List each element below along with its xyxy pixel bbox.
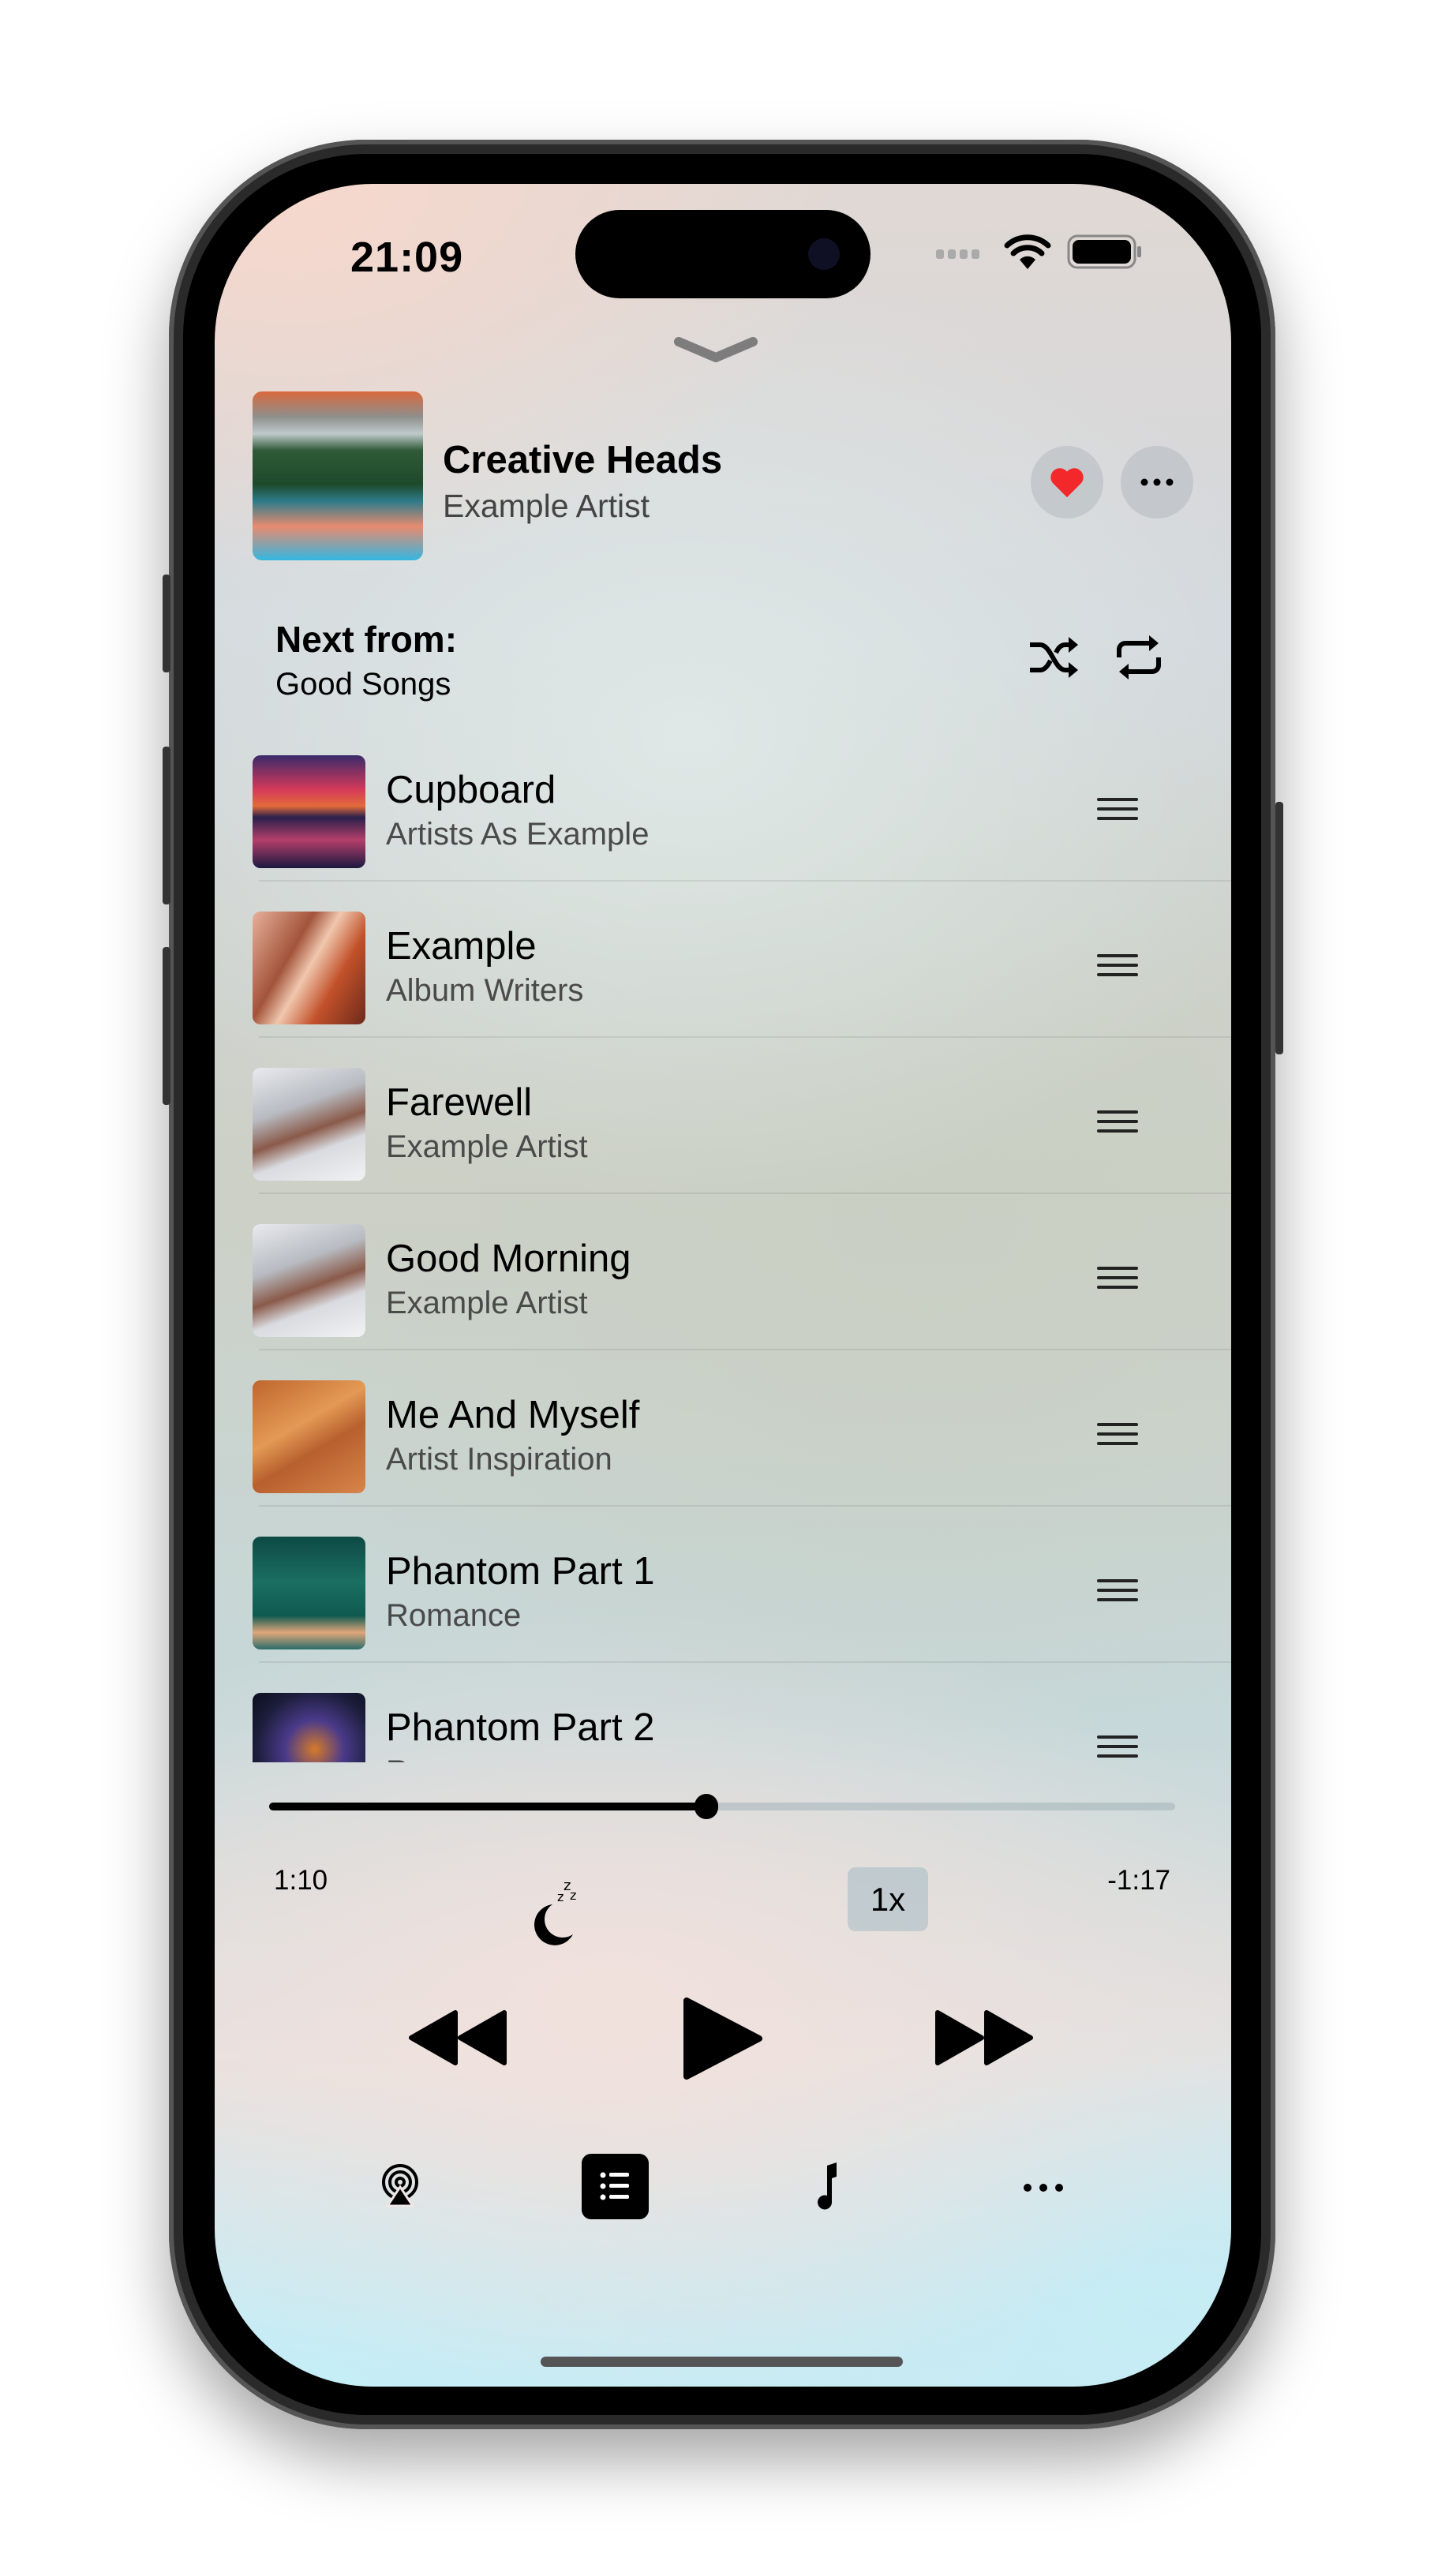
more-icon[interactable] [1023,2183,1064,2192]
queue-item-artwork [253,912,365,1024]
queue-item-artwork [253,1224,365,1337]
queue-item[interactable]: Example Album Writers [253,902,1231,1058]
queue-item-artist: Romance [386,1598,522,1633]
queue-item-artist: Example Artist [386,1286,588,1320]
play-button[interactable] [680,1996,766,2081]
queue-list: Cupboard Artists As Example Example Albu… [215,736,1231,1762]
queue-item[interactable]: Good Morning Example Artist [253,1215,1231,1371]
side-button [1275,802,1283,1054]
now-playing-title: Creative Heads [443,439,723,481]
reorder-handle-icon[interactable] [1097,1110,1138,1139]
reorder-handle-icon[interactable] [1097,1579,1138,1608]
remaining-time: -1:17 [1107,1865,1170,1896]
heart-icon [1050,468,1084,498]
sleep-timer-icon[interactable]: z z z [534,1873,589,1945]
battery-icon [1067,234,1141,269]
next-from-label: Next from: [275,619,458,660]
divider [259,1505,1231,1507]
volume-up-button [163,747,170,904]
camera-icon [808,238,840,270]
queue-item-artwork [253,1537,365,1649]
screen: 21:09 Creative Heads Example Artist Next… [215,184,1231,2387]
queue-item[interactable]: Cupboard Artists As Example [253,746,1231,902]
progress-fill [269,1803,707,1810]
dynamic-island [575,210,871,298]
queue-item-title: Phantom Part 2 [386,1706,655,1749]
queue-item-title: Example [386,925,537,968]
elapsed-time: 1:10 [274,1865,328,1896]
airplay-icon[interactable] [378,2163,422,2207]
queue-item-title: Farewell [386,1081,533,1124]
collapse-chevron-icon[interactable] [674,335,758,364]
wifi-icon [1004,234,1051,269]
playback-speed-button[interactable]: 1x [848,1867,928,1931]
queue-item-artist: Artist Inspiration [386,1442,612,1477]
reorder-handle-icon[interactable] [1097,798,1138,826]
queue-item-artist: Album Writers [386,973,584,1008]
shuffle-icon[interactable] [1028,635,1080,680]
divider [259,1193,1231,1194]
divider [259,1036,1231,1038]
progress-slider[interactable] [269,1794,1175,1819]
reorder-handle-icon[interactable] [1097,954,1138,983]
favorite-button[interactable] [1031,446,1103,519]
queue-item-title: Phantom Part 1 [386,1550,655,1593]
more-options-button[interactable] [1121,446,1193,519]
queue-item[interactable]: Phantom Part 1 Romance [253,1527,1231,1683]
now-playing-artist: Example Artist [443,488,650,524]
queue-item-artist: Artists As Example [386,817,650,852]
progress-thumb[interactable] [695,1794,719,1819]
queue-source: Good Songs [275,667,451,702]
divider [259,1661,1231,1663]
queue-item[interactable]: Phantom Part 2 Romance [253,1683,1231,1762]
lyrics-music-note-icon[interactable] [813,2161,844,2213]
signal-icon [936,249,979,259]
svg-text:z: z [557,1889,564,1904]
queue-item[interactable]: Farewell Example Artist [253,1058,1231,1215]
queue-item-title: Good Morning [386,1237,631,1280]
home-indicator[interactable] [541,2357,903,2367]
status-time: 21:09 [350,234,464,281]
queue-item-artwork [253,755,365,868]
fast-forward-button[interactable] [934,2009,1034,2066]
queue-item-artwork [253,1693,365,1762]
svg-text:z: z [570,1888,576,1903]
queue-item-artist: Example Artist [386,1129,588,1164]
reorder-handle-icon[interactable] [1097,1423,1138,1451]
divider [259,1349,1231,1350]
queue-item-title: Cupboard [386,769,556,811]
queue-tab-button[interactable] [582,2154,649,2219]
volume-down-button [163,947,170,1105]
reorder-handle-icon[interactable] [1097,1267,1138,1295]
ellipsis-icon [1140,478,1174,486]
divider [259,880,1231,882]
queue-item-artwork [253,1068,365,1181]
reorder-handle-icon[interactable] [1097,1735,1138,1762]
now-playing-artwork [253,391,423,560]
queue-item-title: Me And Myself [386,1394,640,1436]
list-bullet-icon [600,2172,629,2200]
queue-item[interactable]: Me And Myself Artist Inspiration [253,1371,1231,1527]
queue-item-artwork [253,1380,365,1493]
repeat-icon[interactable] [1114,634,1163,681]
rewind-button[interactable] [408,2009,507,2066]
queue-item-artist: Romance [386,1754,521,1762]
action-button [163,575,170,672]
